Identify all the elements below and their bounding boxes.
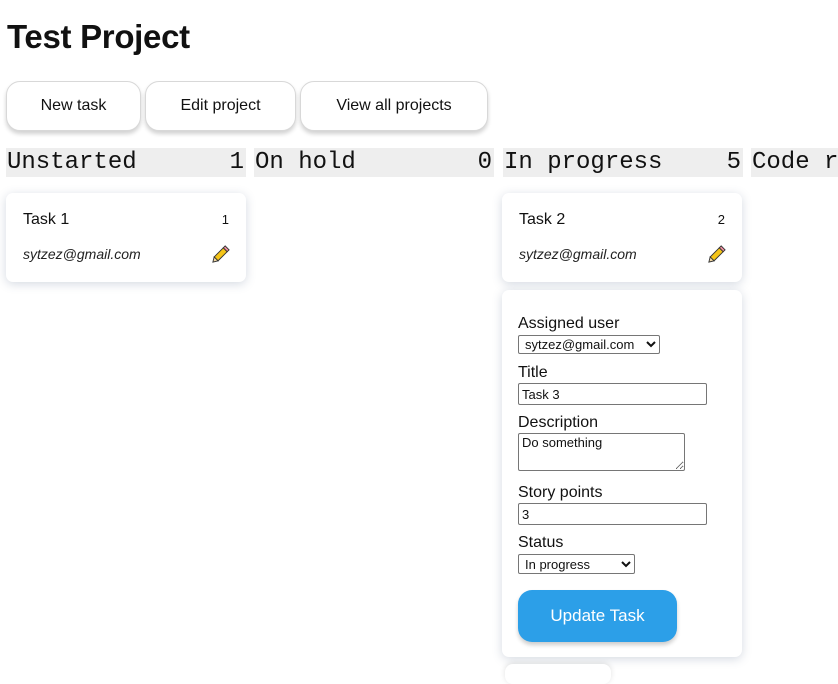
task-points: 1	[221, 212, 229, 227]
status-label: Status	[518, 534, 564, 551]
title-input[interactable]	[518, 383, 707, 405]
task-title: Task 2	[519, 211, 566, 228]
story-points-input[interactable]	[518, 503, 707, 525]
task-points: 2	[717, 212, 725, 227]
description-label: Description	[518, 414, 599, 431]
task-card[interactable]: Task 1 1 sytzez@gmail.com	[6, 193, 246, 282]
column-name: In progress	[504, 149, 663, 176]
status-select[interactable]: In progress	[518, 554, 635, 574]
task-card[interactable]: Task 2 2 sytzez@gmail.com	[502, 193, 742, 282]
column-name: Unstarted	[7, 149, 137, 176]
title-label: Title	[518, 364, 548, 381]
assigned-user-select[interactable]: sytzez@gmail.com	[518, 335, 660, 354]
column-header-in-progress: In progress 5	[503, 148, 743, 177]
edit-task-form: Assigned user sytzez@gmail.com Title Des…	[502, 290, 742, 657]
story-points-label: Story points	[518, 484, 603, 501]
new-task-button[interactable]: New task	[6, 81, 141, 131]
description-textarea[interactable]: Do something	[518, 433, 685, 471]
page-title: Test Project	[7, 18, 190, 55]
view-all-projects-button[interactable]: View all projects	[300, 81, 488, 131]
pencil-icon[interactable]	[209, 244, 231, 266]
column-name: On hold	[255, 149, 356, 176]
edit-project-button[interactable]: Edit project	[145, 81, 296, 131]
column-header-code-review: Code r	[751, 148, 838, 177]
pencil-icon[interactable]	[705, 244, 727, 266]
column-name: Code r	[752, 149, 838, 176]
task-card-partial[interactable]	[505, 664, 611, 684]
column-header-unstarted: Unstarted 1	[6, 148, 246, 177]
column-count: 5	[726, 149, 741, 176]
column-count: 0	[477, 149, 492, 176]
update-task-button[interactable]: Update Task	[518, 590, 677, 642]
task-assignee: sytzez@gmail.com	[519, 246, 637, 262]
column-count: 1	[229, 149, 244, 176]
task-title: Task 1	[23, 211, 70, 228]
column-header-on-hold: On hold 0	[254, 148, 494, 177]
task-assignee: sytzez@gmail.com	[23, 246, 141, 262]
assigned-user-label: Assigned user	[518, 315, 620, 332]
